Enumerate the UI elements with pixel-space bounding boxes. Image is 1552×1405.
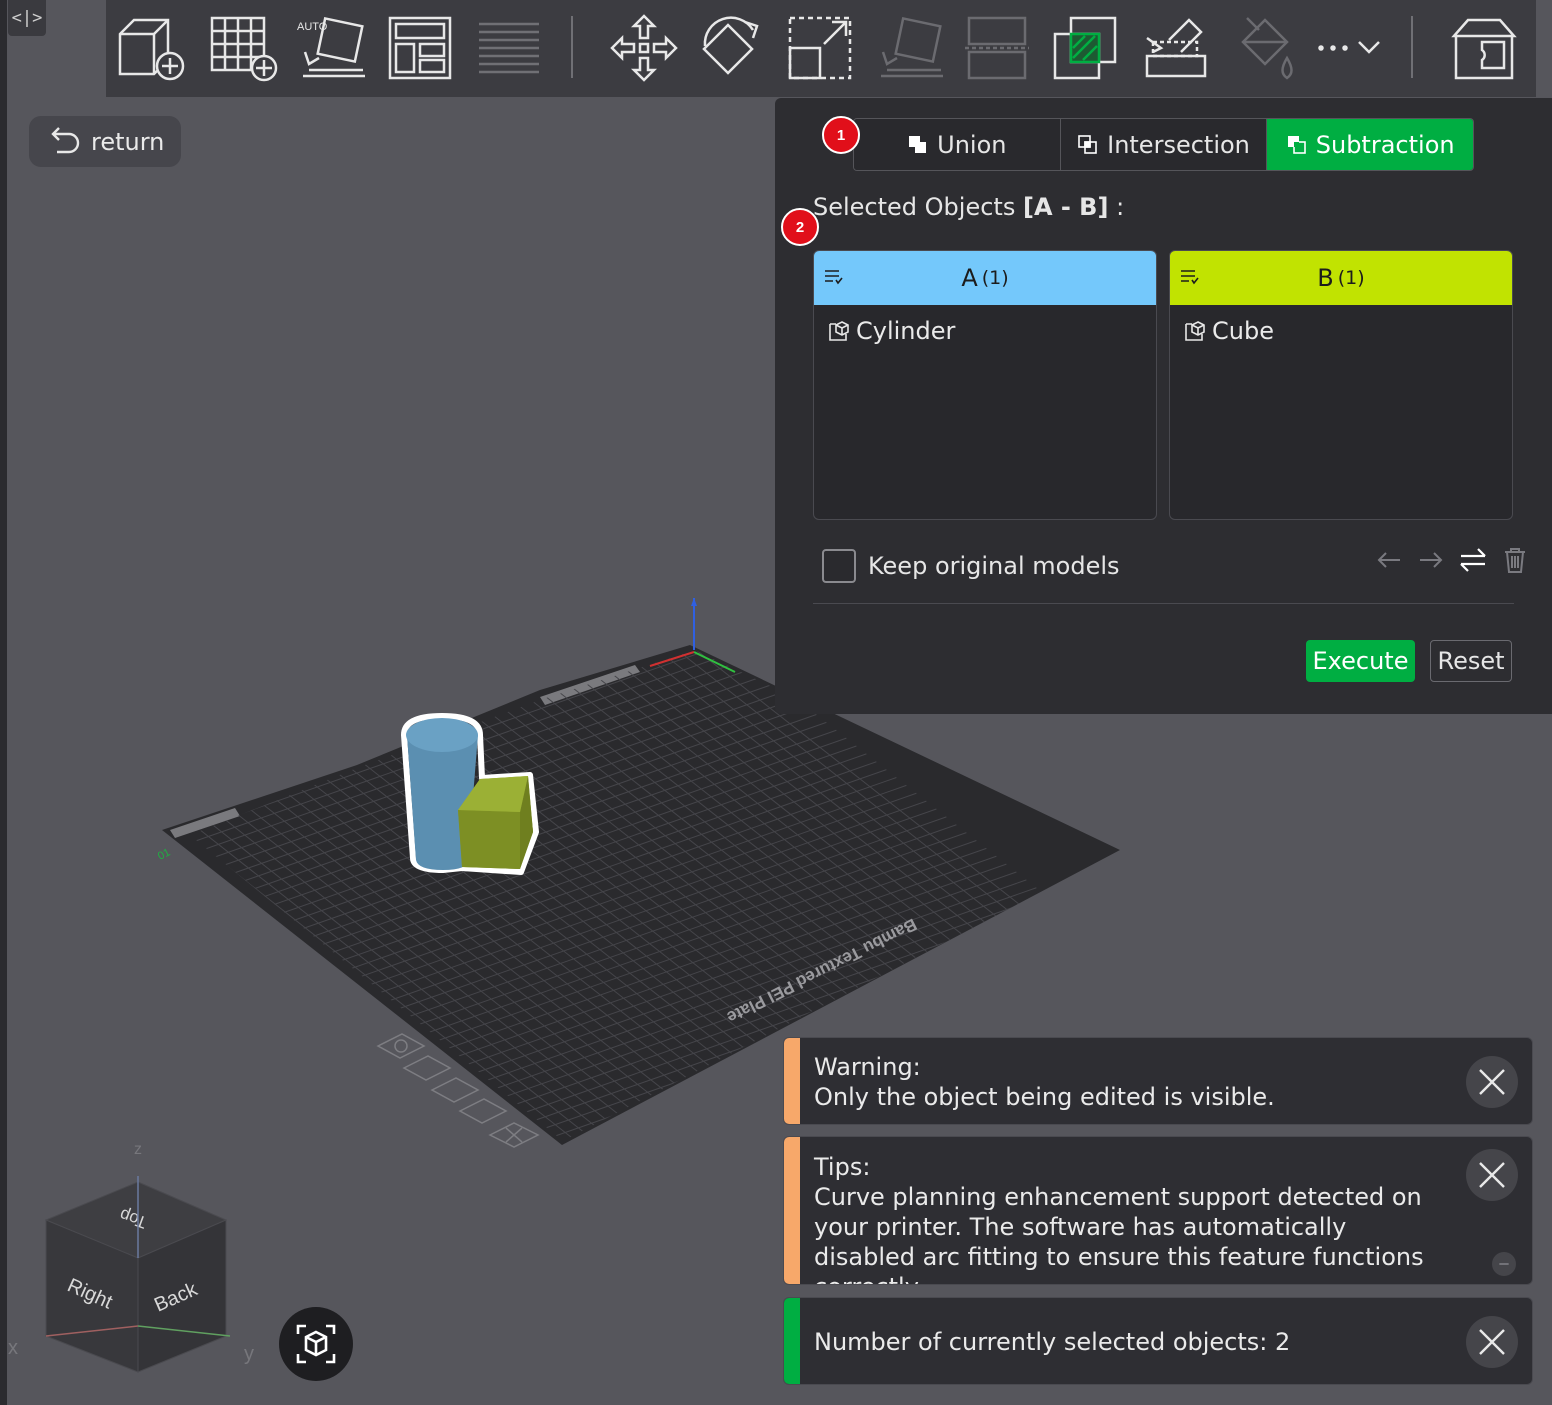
execute-button[interactable]: Execute	[1306, 640, 1415, 682]
camera-view-button[interactable]	[279, 1307, 353, 1381]
keep-original-row: Keep original models	[822, 549, 1120, 583]
close-icon	[1479, 1162, 1505, 1188]
tab-union-label: Union	[937, 130, 1007, 159]
sort-icon[interactable]	[822, 266, 844, 288]
notification-text: Warning: Only the object being edited is…	[814, 1052, 1432, 1112]
move-right-icon[interactable]	[1416, 545, 1446, 575]
step-badge-2: 2	[781, 208, 819, 246]
notification-body: Curve planning enhancement support detec…	[814, 1183, 1424, 1284]
minus-icon	[1499, 1263, 1509, 1265]
tab-subtraction[interactable]: Subtraction	[1267, 119, 1473, 170]
notification-body: Only the object being edited is visible.	[814, 1083, 1275, 1111]
delete-icon[interactable]	[1500, 545, 1530, 575]
object-list-a-header: A (1)	[814, 251, 1156, 305]
object-list-b: B (1) Cube	[1169, 250, 1513, 520]
cylinder-top	[406, 718, 478, 752]
notification-color-bar	[784, 1038, 800, 1124]
close-notification-button[interactable]	[1466, 1149, 1518, 1201]
panel-divider	[813, 603, 1514, 604]
object-name: Cube	[1212, 317, 1274, 345]
object-list-b-header: B (1)	[1170, 251, 1512, 305]
cube-front	[458, 810, 520, 869]
object-list-a-title: A	[961, 264, 978, 292]
object-icon	[1185, 321, 1205, 341]
object-name: Cylinder	[856, 317, 956, 345]
plate-number: 01	[156, 846, 172, 862]
keep-original-label: Keep original models	[868, 552, 1120, 580]
notification-title: Tips:	[814, 1153, 871, 1181]
cube-view-icon	[296, 1324, 336, 1364]
notification-color-bar	[784, 1137, 800, 1284]
keep-original-checkbox[interactable]	[822, 549, 856, 583]
tab-union[interactable]: Union	[854, 119, 1061, 170]
boolean-operation-panel: Union Intersection Subtraction 1 Selecte…	[775, 98, 1552, 714]
step-badge-1: 1	[822, 116, 860, 154]
list-actions	[1374, 545, 1530, 575]
sort-icon[interactable]	[1178, 266, 1200, 288]
axis-y-label: y	[244, 1343, 254, 1365]
object-icon	[829, 321, 849, 341]
collapse-notification-button[interactable]	[1492, 1252, 1516, 1276]
z-axis-arrow	[691, 598, 697, 606]
object-list-a-count: (1)	[981, 267, 1009, 289]
object-list-b-title: B	[1317, 264, 1334, 292]
notification-body: Number of currently selected objects: 2	[814, 1328, 1291, 1356]
object-list-b-count: (1)	[1337, 267, 1365, 289]
notification-color-bar	[784, 1298, 800, 1384]
close-notification-button[interactable]	[1466, 1056, 1518, 1108]
list-item[interactable]: Cube	[1170, 305, 1512, 357]
close-notification-button[interactable]	[1466, 1316, 1518, 1368]
close-icon	[1479, 1329, 1505, 1355]
tab-intersection[interactable]: Intersection	[1060, 119, 1268, 170]
list-item[interactable]: Cylinder	[814, 305, 1156, 357]
union-icon	[909, 135, 927, 153]
reset-button[interactable]: Reset	[1430, 640, 1512, 682]
selected-objects-label: Selected Objects [A - B] :	[813, 193, 1125, 221]
warning-notification: Warning: Only the object being edited is…	[783, 1037, 1533, 1125]
intersection-icon	[1078, 134, 1097, 154]
move-left-icon[interactable]	[1374, 545, 1404, 575]
tab-subtraction-label: Subtraction	[1315, 130, 1455, 159]
tab-intersection-label: Intersection	[1107, 130, 1250, 159]
subtraction-icon	[1287, 135, 1306, 154]
object-list-a: A (1) Cylinder	[813, 250, 1157, 520]
selection-count-notification: Number of currently selected objects: 2	[783, 1297, 1533, 1385]
axis-z-label: z	[134, 1141, 142, 1158]
tips-notification: Tips: Curve planning enhancement support…	[783, 1136, 1533, 1285]
notification-title: Warning:	[814, 1053, 921, 1081]
boolean-mode-tabs: Union Intersection Subtraction	[853, 118, 1474, 171]
notification-text: Tips: Curve planning enhancement support…	[814, 1152, 1432, 1284]
view-cube[interactable]: z x y Top Right Back	[8, 1140, 268, 1390]
close-icon	[1479, 1069, 1505, 1095]
axis-x-label: x	[8, 1337, 18, 1359]
swap-icon[interactable]	[1458, 545, 1488, 575]
